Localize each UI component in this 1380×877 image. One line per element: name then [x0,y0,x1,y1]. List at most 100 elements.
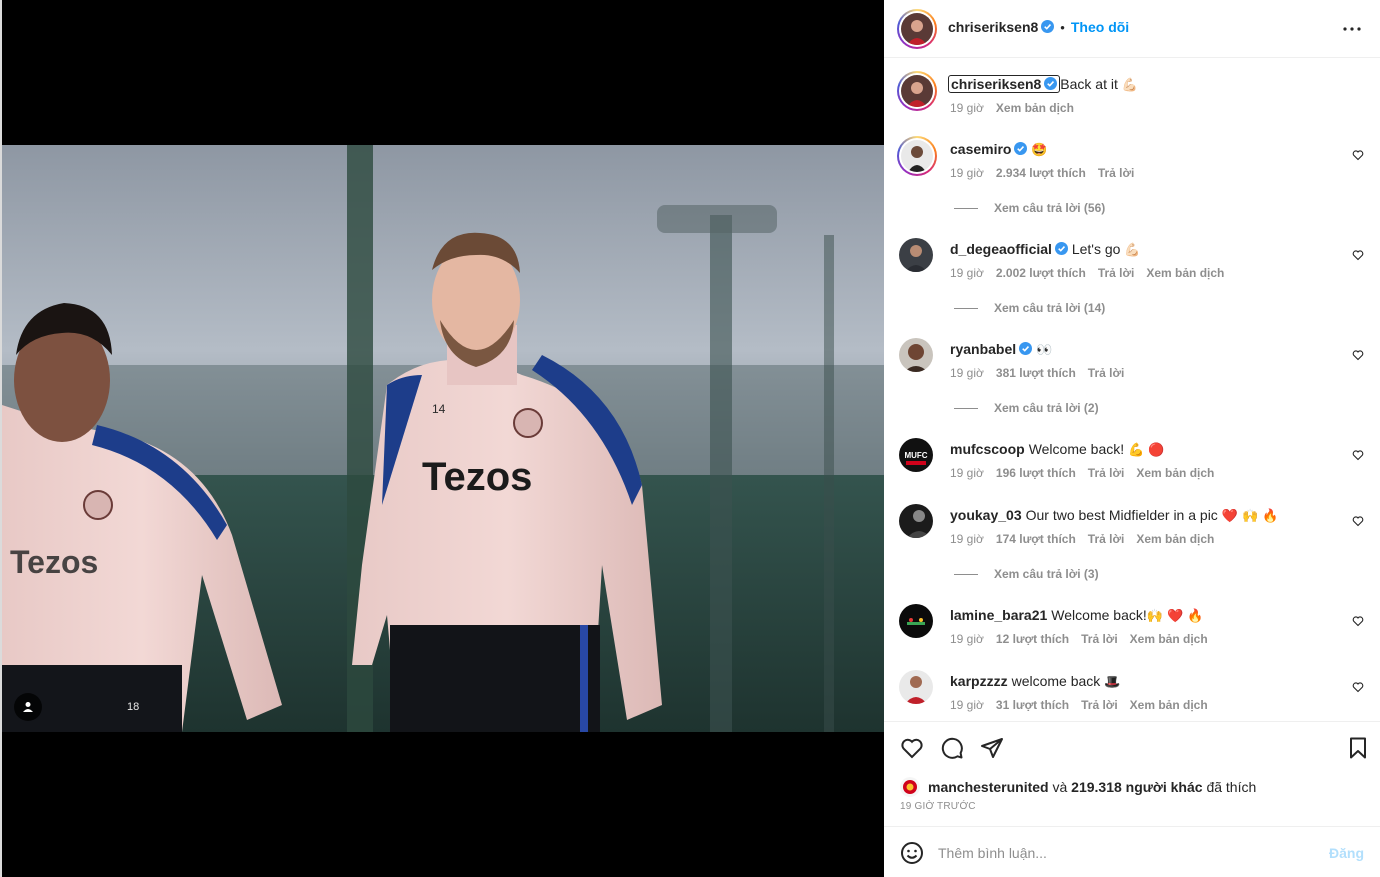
comment-meta: 19 giờ 196 lượt thích Trả lời Xem bản dịch [950,466,1226,480]
view-replies-button[interactable]: Xem câu trả lời (3) [954,567,1099,581]
caption-avatar[interactable] [897,71,937,111]
reply-button[interactable]: Trả lời [1098,166,1135,180]
emoji-smiley-icon[interactable] [900,841,924,865]
comment-emoji: 🎩 [1104,675,1121,690]
caption-meta: 19 giờ Xem bản dịch [950,101,1086,115]
liked-others-count[interactable]: 219.318 người khác [1071,779,1202,795]
view-replies-button[interactable]: Xem câu trả lời (56) [954,201,1105,215]
post-photo[interactable]: 14 Tezos Tezos 18 [2,145,884,732]
comment-like-heart-icon[interactable] [1352,515,1364,527]
liked-by-line: manchesterunited và 219.318 người khác đ… [900,777,1256,797]
reply-button[interactable]: Trả lời [1081,698,1118,712]
like-heart-icon[interactable] [900,736,924,760]
post-actions-bar [884,721,1380,781]
verified-badge-icon [1019,342,1033,355]
liked-joiner: và [1052,779,1068,795]
save-bookmark-icon[interactable] [1346,736,1370,760]
view-replies-button[interactable]: Xem câu trả lời (2) [954,401,1099,415]
liker-avatar[interactable] [900,777,920,797]
comment-username[interactable]: mufcscoop [950,441,1025,457]
comment-time: 19 giờ [950,466,984,480]
comment-username[interactable]: lamine_bara21 [950,607,1047,623]
reply-button[interactable]: Trả lời [1098,266,1135,280]
comment-meta: 19 giờ 2.002 lượt thích Trả lời Xem bản dịc… [950,266,1236,280]
caption-time: 19 giờ [950,101,984,115]
author-avatar[interactable] [897,9,937,49]
comment-input[interactable] [938,841,1318,865]
liker-username[interactable]: manchesterunited [928,779,1049,795]
comment-meta: 19 giờ 174 lượt thích Trả lời Xem bản dịch [950,532,1226,546]
translate-link[interactable]: Xem bản dịch [1136,466,1214,480]
comment-avatar[interactable] [899,504,933,538]
comment-line: lamine_bara21 Welcome back!🙌 ❤️ 🔥 [950,607,1204,624]
comment-line: casemiro 🤩 [950,141,1048,158]
reply-button[interactable]: Trả lời [1088,532,1125,546]
verified-badge-icon [1044,77,1058,90]
reply-button[interactable]: Trả lời [1081,632,1118,646]
comment-username[interactable]: casemiro [950,141,1011,157]
translate-link[interactable]: Xem bản dịch [1130,698,1208,712]
comment-likes[interactable]: 31 lượt thích [996,698,1069,712]
shorts-number: 18 [127,701,139,713]
comment-avatar[interactable] [899,238,933,272]
comment-avatar[interactable]: MUFC [899,438,933,472]
comment-likes[interactable]: 196 lượt thích [996,466,1076,480]
comment-like-heart-icon[interactable] [1352,615,1364,627]
user-tag-icon[interactable] [14,693,42,721]
post-comment-button[interactable]: Đăng [1329,845,1364,861]
comment-username[interactable]: karpzzzz [950,673,1008,689]
comment-emoji: 🙌 ❤️ 🔥 [1146,609,1204,624]
view-replies-button[interactable]: Xem câu trả lời (14) [954,301,1105,315]
author-username[interactable]: chriseriksen8 [948,19,1038,35]
comment-avatar[interactable] [897,136,937,176]
comment-like-heart-icon[interactable] [1352,149,1364,161]
comment-username[interactable]: youkay_03 [950,507,1022,523]
comment-likes[interactable]: 2.002 lượt thích [996,266,1086,280]
comment-line: karpzzzz welcome back 🎩 [950,673,1120,690]
comment-text: Our two best Midfielder in a pic [1025,507,1218,523]
comment-likes[interactable]: 2.934 lượt thích [996,166,1086,180]
media-pane: 14 Tezos Tezos 18 [0,0,884,877]
comment-likes[interactable]: 174 lượt thích [996,532,1076,546]
comment-line: ryanbabel 👀 [950,341,1052,358]
liked-suffix: đã thích [1206,779,1257,795]
share-paper-plane-icon[interactable] [980,736,1004,760]
caption-username-link[interactable]: chriseriksen8 [948,75,1061,93]
comment-meta: 19 giờ 2.934 lượt thích Trả lời [950,166,1146,180]
comment-username[interactable]: d_degeaofficial [950,241,1052,257]
reply-button[interactable]: Trả lời [1088,466,1125,480]
comment-like-heart-icon[interactable] [1352,449,1364,461]
post-side-panel: chriseriksen8 • Theo dõi chriseriksen8 Back… [884,0,1380,877]
comment-avatar[interactable] [899,670,933,704]
caption-translate-link[interactable]: Xem bản dịch [996,101,1074,115]
comment-like-heart-icon[interactable] [1352,349,1364,361]
verified-badge-icon [1041,20,1055,33]
add-comment-bar: Đăng [884,826,1380,877]
caption-text: Back at it [1060,76,1118,92]
comment-text: welcome back [1011,673,1101,689]
comment-avatar[interactable] [899,604,933,638]
translate-link[interactable]: Xem bản dịch [1136,532,1214,546]
comments-list[interactable]: chriseriksen8 Back at it 💪🏻 19 giờ Xem bản… [884,59,1380,721]
translate-link[interactable]: Xem bản dịch [1130,632,1208,646]
comment-like-heart-icon[interactable] [1352,681,1364,693]
comment-username[interactable]: ryanbabel [950,341,1016,357]
comment-line: youkay_03 Our two best Midfielder in a pi… [950,507,1279,524]
comment-likes[interactable]: 12 lượt thích [996,632,1069,646]
more-horizontal-icon[interactable] [1340,18,1364,40]
comment-text: Welcome back! [1051,607,1147,623]
follow-button[interactable]: Theo dõi [1071,19,1129,35]
comment-likes[interactable]: 381 lượt thích [996,366,1076,380]
post-time-ago[interactable]: 19 GIỜ TRƯỚC [900,801,976,812]
comment-line: d_degeaofficial Let's go 💪🏻 [950,241,1141,258]
reply-button[interactable]: Trả lời [1088,366,1125,380]
comment-emoji: ❤️ 🙌 🔥 [1221,509,1279,524]
comment-icon[interactable] [940,736,964,760]
comment-like-heart-icon[interactable] [1352,249,1364,261]
comment-emoji: 🤩 [1031,143,1048,158]
translate-link[interactable]: Xem bản dịch [1146,266,1224,280]
comment-text: Let's go [1071,241,1121,257]
comment-avatar[interactable] [899,338,933,372]
caption-text-line: chriseriksen8 Back at it 💪🏻 [948,75,1138,93]
comment-meta: 19 giờ 31 lượt thích Trả lời Xem bản dịch [950,698,1220,712]
